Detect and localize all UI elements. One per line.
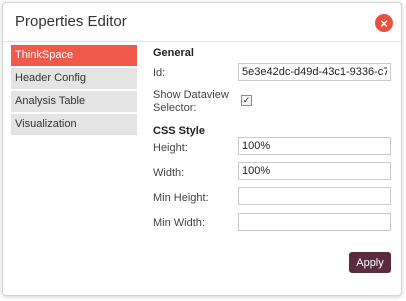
general-section-title: General (153, 47, 194, 59)
min-height-field[interactable] (238, 187, 391, 205)
width-field[interactable] (238, 162, 391, 180)
min-height-label: Min Height: (153, 192, 209, 204)
close-icon[interactable]: × (375, 14, 393, 32)
height-field[interactable] (238, 137, 391, 155)
css-style-section-title: CSS Style (153, 125, 205, 137)
min-width-field[interactable] (238, 213, 391, 231)
properties-editor-dialog: Properties Editor × ThinkSpace Header Co… (2, 2, 402, 296)
width-label: Width: (153, 167, 185, 179)
id-field[interactable] (238, 63, 391, 81)
sidebar-item-thinkspace[interactable]: ThinkSpace (11, 45, 137, 66)
height-label: Height: (153, 142, 188, 154)
show-dataview-selector-checkbox[interactable]: ✓ (241, 95, 252, 106)
sidebar-item-analysis-table[interactable]: Analysis Table (11, 91, 137, 112)
sidebar-item-visualization[interactable]: Visualization (11, 114, 137, 135)
min-width-label: Min Width: (153, 217, 205, 229)
show-dataview-selector-label-line1: Show Dataview (153, 89, 229, 101)
sidebar: ThinkSpace Header Config Analysis Table … (11, 45, 137, 137)
show-dataview-selector-label-line2: Selector: (153, 102, 197, 114)
id-label: Id: (153, 67, 166, 79)
dialog-title: Properties Editor (15, 13, 127, 30)
sidebar-item-header-config[interactable]: Header Config (11, 68, 137, 89)
apply-button[interactable]: Apply (349, 252, 391, 273)
title-bar: Properties Editor × (3, 3, 401, 42)
